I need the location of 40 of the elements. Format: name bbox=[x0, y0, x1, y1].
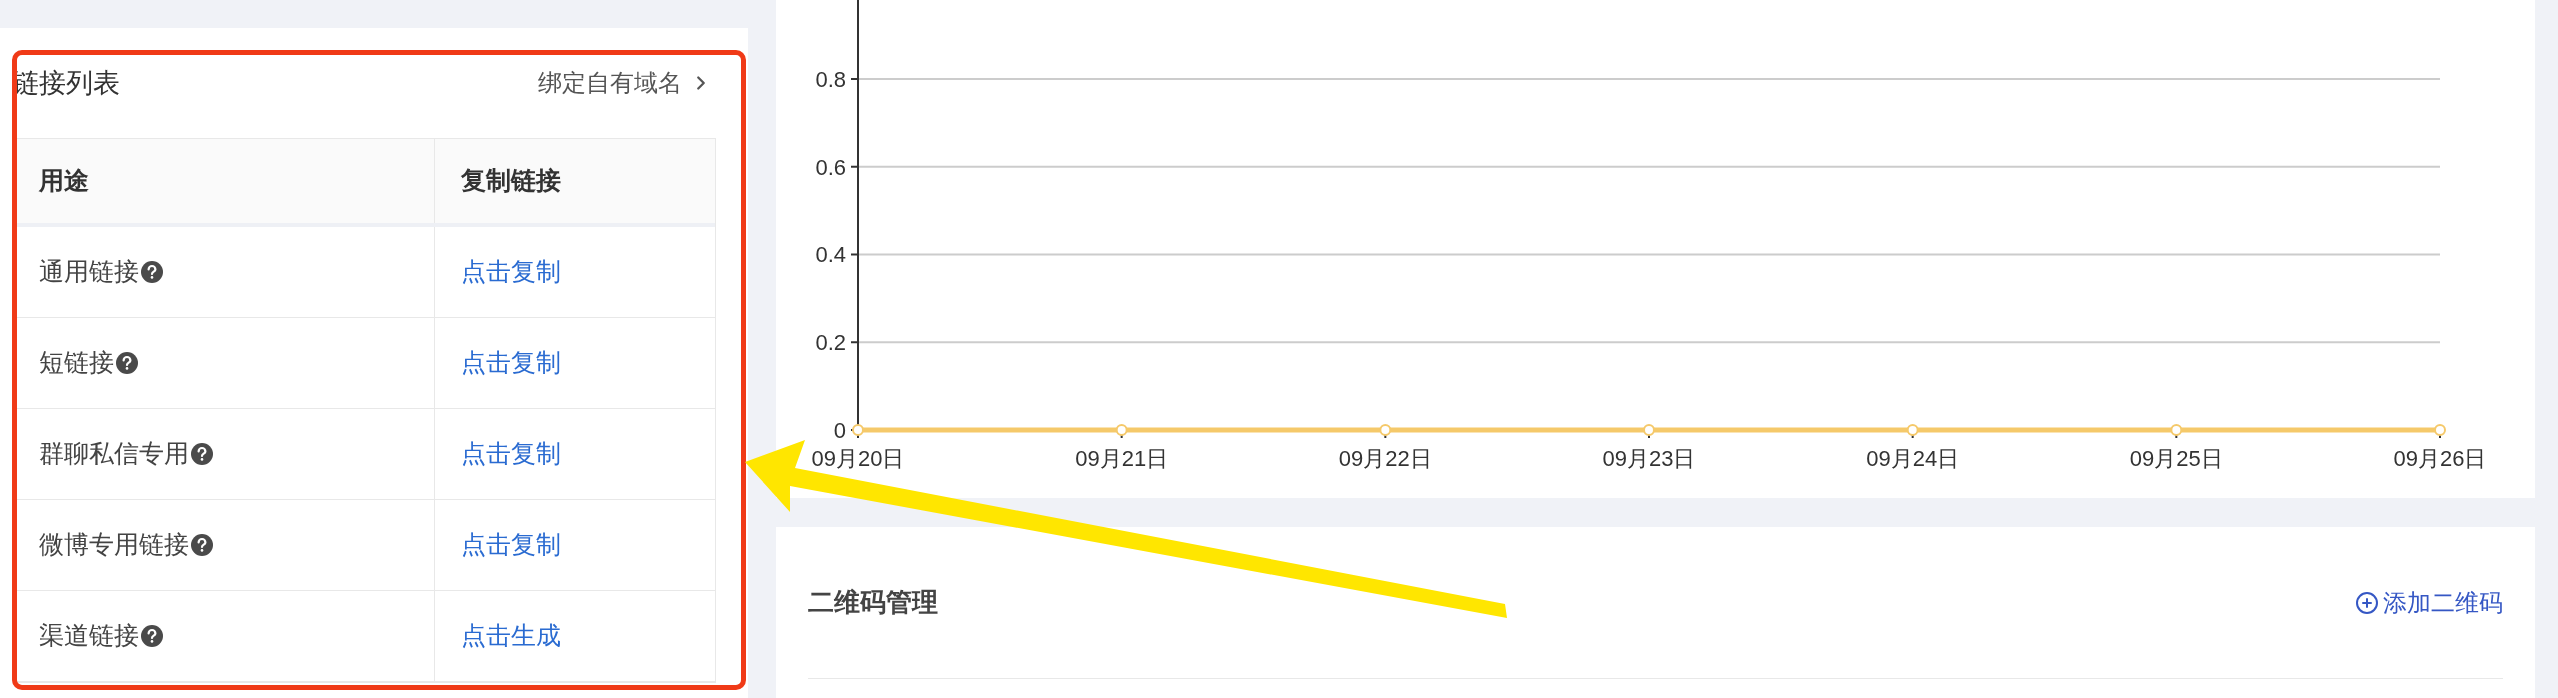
y-tick-label: 0.4 bbox=[815, 242, 846, 268]
action-link[interactable]: 点击复制 bbox=[461, 344, 561, 382]
action-link[interactable]: 点击生成 bbox=[461, 617, 561, 655]
add-qr-button[interactable]: 添加二维码 bbox=[2355, 584, 2503, 621]
table-cell-text: 短链接 bbox=[39, 347, 114, 379]
action-link[interactable]: 点击复制 bbox=[461, 526, 561, 564]
panel-title: 二维码管理 bbox=[808, 586, 938, 619]
data-point bbox=[1906, 424, 1919, 436]
table-cell-text: 渠道链接 bbox=[39, 620, 139, 652]
x-tick-label: 09月26日 bbox=[2393, 446, 2487, 471]
action-link[interactable]: 点击复制 bbox=[461, 253, 561, 291]
x-tick-label: 09月21日 bbox=[1075, 446, 1169, 471]
x-tick-label: 09月24日 bbox=[1866, 446, 1960, 471]
x-tick-label: 09月23日 bbox=[1602, 446, 1696, 471]
help-icon[interactable] bbox=[191, 443, 213, 465]
table-cell-text: 通用链接 bbox=[39, 256, 139, 288]
data-point bbox=[1115, 424, 1128, 436]
action-link[interactable]: 点击复制 bbox=[461, 435, 561, 473]
y-tick-label: 0.8 bbox=[815, 67, 846, 92]
x-tick-label: 09月22日 bbox=[1338, 446, 1432, 471]
data-point bbox=[1643, 424, 1655, 436]
column-header: 用途 bbox=[13, 139, 435, 223]
y-tick-label: 0 bbox=[833, 418, 846, 443]
x-tick-label: 09月25日 bbox=[2129, 446, 2223, 471]
table-cell-text: 微博专用链接 bbox=[39, 529, 189, 561]
add-icon bbox=[2355, 590, 2379, 615]
bind-domain-link[interactable]: 绑定自有域名 bbox=[538, 65, 712, 101]
data-point bbox=[2170, 424, 2183, 436]
help-icon[interactable] bbox=[141, 261, 163, 283]
data-point bbox=[852, 424, 864, 436]
data-point bbox=[2434, 424, 2446, 436]
help-icon[interactable] bbox=[116, 352, 138, 374]
table-cell-text: 群聊私信专用 bbox=[39, 438, 189, 470]
data-point bbox=[1379, 424, 1392, 436]
column-header: 复制链接 bbox=[460, 165, 562, 197]
y-tick-label: 0.6 bbox=[815, 154, 846, 180]
x-tick-label: 09月20日 bbox=[811, 446, 905, 471]
help-icon[interactable] bbox=[191, 534, 213, 556]
y-tick-label: 0.2 bbox=[815, 330, 846, 356]
help-icon[interactable] bbox=[141, 625, 163, 647]
